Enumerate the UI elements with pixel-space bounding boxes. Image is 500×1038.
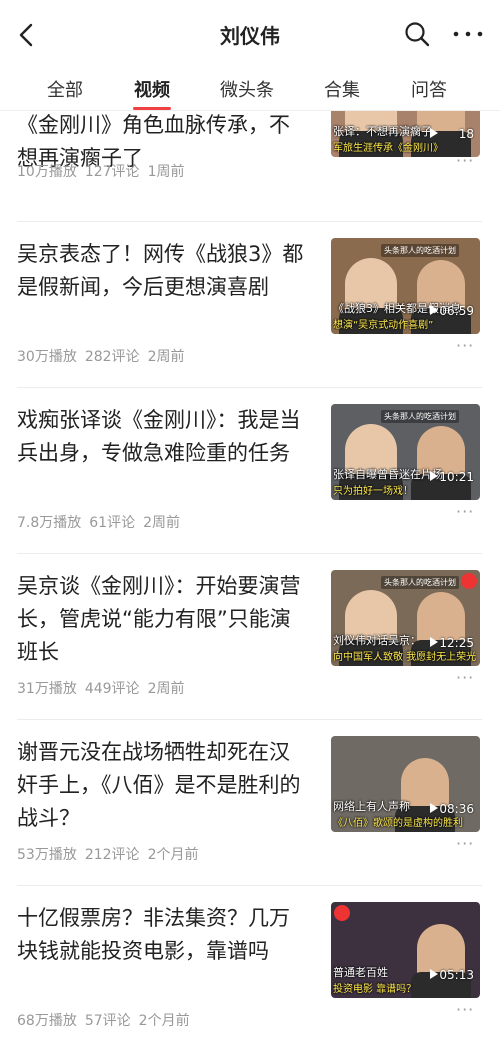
video-thumbnail[interactable]: 头条那人的吃酒计划 《战狼3》相关都是假消息 想演“吴京式动作喜剧” 06:59	[331, 238, 480, 334]
more-options-icon[interactable]: ···	[456, 1000, 474, 1019]
video-duration: 12:25	[439, 636, 474, 650]
thumbnail-subcaption: 只为拍好一场戏！	[333, 486, 413, 497]
video-item[interactable]: 十亿假票房？非法集资？几万块钱就能投资电影，靠谱吗 68万播放 57评论 2个月前 …	[0, 886, 500, 1038]
play-icon	[430, 969, 438, 979]
play-icon	[430, 803, 438, 813]
play-icon	[430, 305, 438, 315]
video-duration: 08:36	[439, 802, 474, 816]
more-options-icon[interactable]: ···	[456, 834, 474, 853]
play-count: 68万播放	[17, 1013, 77, 1029]
video-title[interactable]: 十亿假票房？非法集资？几万块钱就能投资电影，靠谱吗	[17, 902, 309, 968]
comment-count: 57评论	[84, 1013, 131, 1029]
publish-time: 2周前	[143, 515, 181, 531]
top-bar: 刘仪伟	[0, 0, 500, 70]
video-meta: 68万播放 57评论 2个月前	[17, 1010, 198, 1030]
comment-count: 449评论	[84, 681, 140, 697]
play-count: 10万播放	[17, 164, 77, 180]
thumbnail-subcaption: 《八佰》歌颂的是虚构的胜利	[333, 818, 463, 829]
video-item[interactable]: 谢晋元没在战场牺牲却死在汉奸手上，《八佰》是不是胜利的战斗？ 53万播放 212评…	[0, 720, 500, 886]
tab-bar: 全部 视频 微头条 合集 问答	[0, 70, 500, 112]
publish-time: 2个月前	[147, 847, 199, 863]
video-meta: 30万播放 282评论 2周前	[17, 346, 192, 366]
play-icon	[430, 637, 438, 647]
video-title[interactable]: 谢晋元没在战场牺牲却死在汉奸手上，《八佰》是不是胜利的战斗？	[17, 736, 309, 835]
video-title[interactable]: 吴京表态了！网传《战狼3》都是假新闻，今后更想演喜剧	[17, 238, 309, 304]
video-meta: 10万播放 127评论 1周前	[17, 161, 192, 181]
more-options-icon[interactable]: ···	[456, 502, 474, 521]
play-icon	[430, 471, 438, 481]
play-count: 30万播放	[17, 349, 77, 365]
tab-collection[interactable]: 合集	[302, 76, 382, 102]
video-title[interactable]: 戏痴张译谈《金刚川》：我是当兵出身，专做急难险重的任务	[17, 404, 309, 470]
video-feed[interactable]: 《金刚川》角色血脉传承，不想再演瘸子了 10万播放 127评论 1周前 张译：不想再…	[0, 111, 500, 1038]
comment-count: 282评论	[84, 349, 140, 365]
tab-video[interactable]: 视频	[112, 76, 192, 102]
thumbnail-badge: 头条那人的吃酒计划	[381, 410, 459, 423]
tab-all[interactable]: 全部	[25, 76, 105, 102]
publish-time: 2周前	[147, 349, 185, 365]
video-thumbnail[interactable]: 网络上有人声称 《八佰》歌颂的是虚构的胜利 08:36	[331, 736, 480, 832]
video-item[interactable]: 吴京表态了！网传《战狼3》都是假新闻，今后更想演喜剧 30万播放 282评论 2周前…	[0, 222, 500, 388]
channel-logo-icon	[461, 573, 477, 589]
more-options-icon[interactable]: ···	[456, 151, 474, 170]
video-meta: 31万播放 449评论 2周前	[17, 678, 192, 698]
video-meta: 7.8万播放 61评论 2周前	[17, 512, 188, 532]
video-item[interactable]: 吴京谈《金刚川》：开始要演营长，管虎说“能力有限”只能演班长 31万播放 449评…	[0, 554, 500, 720]
play-count: 53万播放	[17, 847, 77, 863]
tab-micro-post[interactable]: 微头条	[207, 76, 287, 102]
thumbnail-badge: 头条那人的吃酒计划	[381, 244, 459, 257]
comment-count: 61评论	[89, 515, 136, 531]
thumbnail-badge: 头条那人的吃酒计划	[381, 576, 459, 589]
comment-count: 212评论	[84, 847, 140, 863]
publish-time: 2个月前	[138, 1013, 190, 1029]
play-count: 31万播放	[17, 681, 77, 697]
thumbnail-subcaption: 想演“吴京式动作喜剧”	[333, 320, 434, 331]
play-count: 7.8万播放	[17, 515, 82, 531]
publish-time: 1周前	[147, 164, 185, 180]
more-options-icon[interactable]: ···	[456, 668, 474, 687]
play-icon	[430, 128, 438, 138]
video-item[interactable]: 戏痴张译谈《金刚川》：我是当兵出身，专做急难险重的任务 7.8万播放 61评论 2周…	[0, 388, 500, 554]
video-duration: 18	[458, 127, 474, 141]
thumbnail-caption: 张译：不想再演瘸子	[333, 125, 432, 138]
video-duration: 10:21	[439, 470, 474, 484]
video-thumbnail[interactable]: 头条那人的吃酒计划 刘仪伟对话吴京： 向中国军人致敬 我愿封无上荣光 12:25	[331, 570, 480, 666]
tab-qa[interactable]: 问答	[389, 76, 469, 102]
video-title[interactable]: 吴京谈《金刚川》：开始要演营长，管虎说“能力有限”只能演班长	[17, 570, 309, 669]
more-options-icon[interactable]: ···	[456, 336, 474, 355]
publish-time: 2周前	[147, 681, 185, 697]
video-meta: 53万播放 212评论 2个月前	[17, 844, 206, 864]
thumbnail-subcaption: 投资电影 靠谱吗？	[333, 984, 417, 995]
video-duration: 06:59	[439, 304, 474, 318]
search-icon[interactable]	[403, 20, 431, 48]
more-dots-icon[interactable]	[450, 20, 486, 48]
channel-logo-icon	[334, 905, 350, 921]
thumbnail-subcaption: 向中国军人致敬 我愿封无上荣光	[333, 652, 477, 663]
comment-count: 127评论	[84, 164, 140, 180]
video-thumbnail[interactable]: 头条那人的吃酒计划 张译自曝曾昏迷在片场 只为拍好一场戏！ 10:21	[331, 404, 480, 500]
video-duration: 05:13	[439, 968, 474, 982]
video-thumbnail[interactable]: 普通老百姓 投资电影 靠谱吗？ 05:13	[331, 902, 480, 998]
